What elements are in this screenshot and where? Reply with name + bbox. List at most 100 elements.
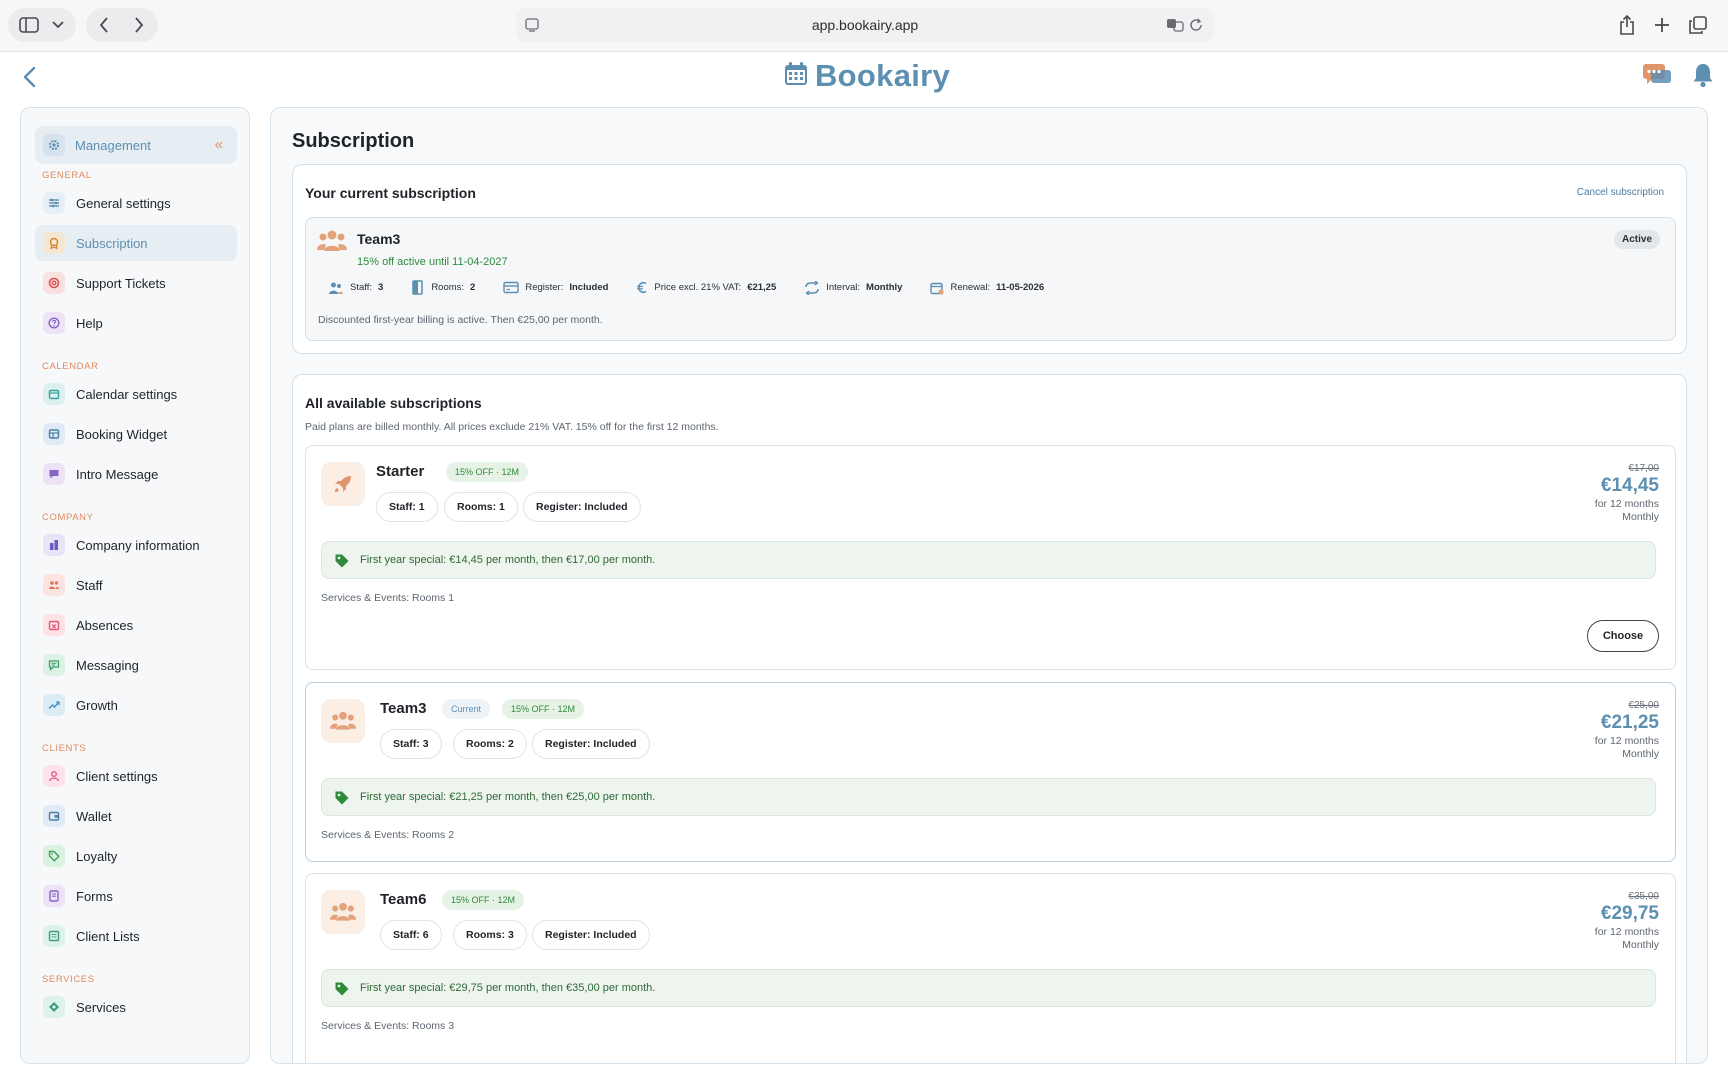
sidebar-item-forms[interactable]: Forms bbox=[35, 878, 237, 914]
sidebar-toggle-icon[interactable] bbox=[18, 15, 40, 35]
price-interval: Monthly bbox=[1622, 511, 1659, 523]
sidebar-section-label: CLIENTS bbox=[42, 743, 87, 754]
list-icon bbox=[43, 925, 65, 947]
page-title: Subscription bbox=[292, 130, 415, 152]
choose-plan-button[interactable]: Choose bbox=[1587, 620, 1659, 652]
price-interval: Monthly bbox=[1622, 748, 1659, 760]
register-icon bbox=[503, 281, 520, 294]
plan-feature-chip: Register: Included bbox=[532, 729, 650, 759]
sidebar-item-client-lists[interactable]: Client Lists bbox=[35, 918, 237, 954]
trend-icon bbox=[43, 694, 65, 716]
first-year-special-text: First year special: €21,25 per month, th… bbox=[360, 791, 656, 803]
sidebar-item-intro-message[interactable]: Intro Message bbox=[35, 456, 237, 492]
tag-icon bbox=[334, 790, 350, 811]
calendar-icon bbox=[43, 383, 65, 405]
first-year-special: First year special: €29,75 per month, th… bbox=[321, 969, 1656, 1007]
forward-nav-icon[interactable] bbox=[129, 15, 149, 35]
meta-value: €21,25 bbox=[747, 282, 777, 293]
user-icon bbox=[43, 765, 65, 787]
new-tab-icon[interactable] bbox=[1652, 15, 1672, 35]
logo-calendar-icon bbox=[783, 61, 809, 92]
widget-icon bbox=[43, 423, 65, 445]
services-note: Services & Events: Rooms 1 bbox=[321, 592, 455, 604]
sidebar-item-help[interactable]: Help bbox=[35, 305, 237, 341]
sidebar-item-services[interactable]: Services bbox=[35, 989, 237, 1025]
meta-item: Renewal: 11-05-2026 bbox=[930, 281, 1044, 295]
back-arrow-icon[interactable] bbox=[18, 64, 44, 90]
meta-item: Rooms: 2 bbox=[411, 280, 475, 295]
sidebar-item-client-settings[interactable]: Client settings bbox=[35, 758, 237, 794]
price-original: €25,00 bbox=[1628, 700, 1659, 711]
main-panel: Subscription Your current subscription C… bbox=[270, 107, 1708, 1064]
sidebar-item-label: Subscription bbox=[76, 235, 148, 251]
chat-bubbles-icon[interactable] bbox=[1642, 62, 1672, 90]
collapse-sidebar-icon[interactable]: « bbox=[215, 136, 223, 153]
translate-icon[interactable] bbox=[1166, 17, 1184, 33]
plan-feature-chip: Staff: 1 bbox=[376, 492, 438, 522]
plan-price: €17,00 €14,45 for 12 months Monthly bbox=[1595, 463, 1659, 523]
back-nav-icon[interactable] bbox=[94, 15, 114, 35]
current-subscription-heading: Your current subscription bbox=[305, 185, 476, 201]
sidebar-item-label: Help bbox=[76, 315, 103, 331]
sidebar-item-growth[interactable]: Growth bbox=[35, 687, 237, 723]
price-interval: Monthly bbox=[1622, 939, 1659, 951]
door-icon bbox=[411, 280, 425, 295]
plan-card: Starter 15% OFF · 12M Staff: 1 Rooms: 1 Re… bbox=[305, 445, 1676, 670]
meta-label: Interval: bbox=[826, 282, 861, 293]
meta-label: Renewal: bbox=[950, 282, 991, 293]
sidebar: Management « GENERAL General settings Su… bbox=[20, 107, 250, 1064]
meta-value: Monthly bbox=[866, 282, 903, 293]
chat-icon bbox=[43, 654, 65, 676]
sidebar-item-company-information[interactable]: Company information bbox=[35, 527, 237, 563]
plan-feature-chip: Staff: 6 bbox=[380, 920, 442, 950]
logo[interactable]: Bookairy bbox=[783, 58, 950, 94]
sidebar-item-label: Absences bbox=[76, 617, 134, 633]
sidebar-item-label: Client settings bbox=[76, 768, 158, 784]
sidebar-item-label: Staff bbox=[76, 577, 103, 593]
browser-toolbar: app.bookairy.app bbox=[0, 0, 1728, 52]
share-icon[interactable] bbox=[1616, 13, 1638, 37]
logo-text: Bookairy bbox=[815, 58, 951, 93]
sidebar-item-calendar-settings[interactable]: Calendar settings bbox=[35, 376, 237, 412]
first-year-special: First year special: €14,45 per month, th… bbox=[321, 541, 1656, 579]
status-badge: Active bbox=[1613, 230, 1660, 249]
plan-feature-chip: Staff: 3 bbox=[380, 729, 442, 759]
sidebar-item-support-tickets[interactable]: Support Tickets bbox=[35, 265, 237, 301]
sidebar-item-messaging[interactable]: Messaging bbox=[35, 647, 237, 683]
cancel-subscription-link[interactable]: Cancel subscription bbox=[1577, 187, 1664, 198]
sidebar-section-label: GENERAL bbox=[42, 170, 92, 181]
sidebar-item-booking-widget[interactable]: Booking Widget bbox=[35, 416, 237, 452]
meta-item: Register: Included bbox=[503, 281, 608, 294]
plan-name: Starter bbox=[376, 463, 425, 480]
bell-icon[interactable] bbox=[1692, 62, 1716, 90]
price-discounted: €21,25 bbox=[1600, 712, 1659, 733]
sidebar-item-label: Intro Message bbox=[76, 466, 159, 482]
current-plan-name: Team3 bbox=[357, 231, 401, 247]
plan-card: Team6 15% OFF · 12M Staff: 6 Rooms: 3 Regi… bbox=[305, 873, 1676, 1063]
price-period: for 12 months bbox=[1594, 498, 1659, 510]
discount-badge: 15% OFF · 12M bbox=[502, 699, 585, 719]
building-icon bbox=[43, 534, 65, 556]
current-plan-note: Discounted first-year billing is active.… bbox=[318, 314, 603, 326]
chevron-down-icon[interactable] bbox=[50, 17, 66, 33]
tabs-overview-icon[interactable] bbox=[1688, 15, 1708, 35]
tag-icon bbox=[43, 845, 65, 867]
sidebar-item-staff[interactable]: Staff bbox=[35, 567, 237, 603]
sidebar-item-label: Support Tickets bbox=[76, 275, 166, 291]
sidebar-item-label: General settings bbox=[76, 195, 171, 211]
sidebar-item-label: Messaging bbox=[76, 657, 139, 673]
meta-value: 11-05-2026 bbox=[996, 282, 1045, 293]
current-plan-discount: 15% off active until 11-04-2027 bbox=[357, 256, 508, 268]
sidebar-item-label: Company information bbox=[76, 537, 200, 553]
app-root: app.bookairy.app Bookairy Management « G… bbox=[0, 0, 1728, 1084]
sidebar-item-subscription[interactable]: Subscription bbox=[35, 225, 237, 261]
plan-card: Team3 Current 15% OFF · 12M Staff: 3 Rooms… bbox=[305, 682, 1676, 862]
address-bar[interactable]: app.bookairy.app bbox=[516, 8, 1214, 42]
tag-icon bbox=[334, 981, 350, 1002]
reload-icon[interactable] bbox=[1188, 17, 1204, 33]
sidebar-item-absences[interactable]: Absences bbox=[35, 607, 237, 643]
sidebar-item-label: Services bbox=[76, 999, 126, 1015]
sidebar-item-loyalty[interactable]: Loyalty bbox=[35, 838, 237, 874]
sidebar-item-general-settings[interactable]: General settings bbox=[35, 185, 237, 221]
sidebar-item-wallet[interactable]: Wallet bbox=[35, 798, 237, 834]
